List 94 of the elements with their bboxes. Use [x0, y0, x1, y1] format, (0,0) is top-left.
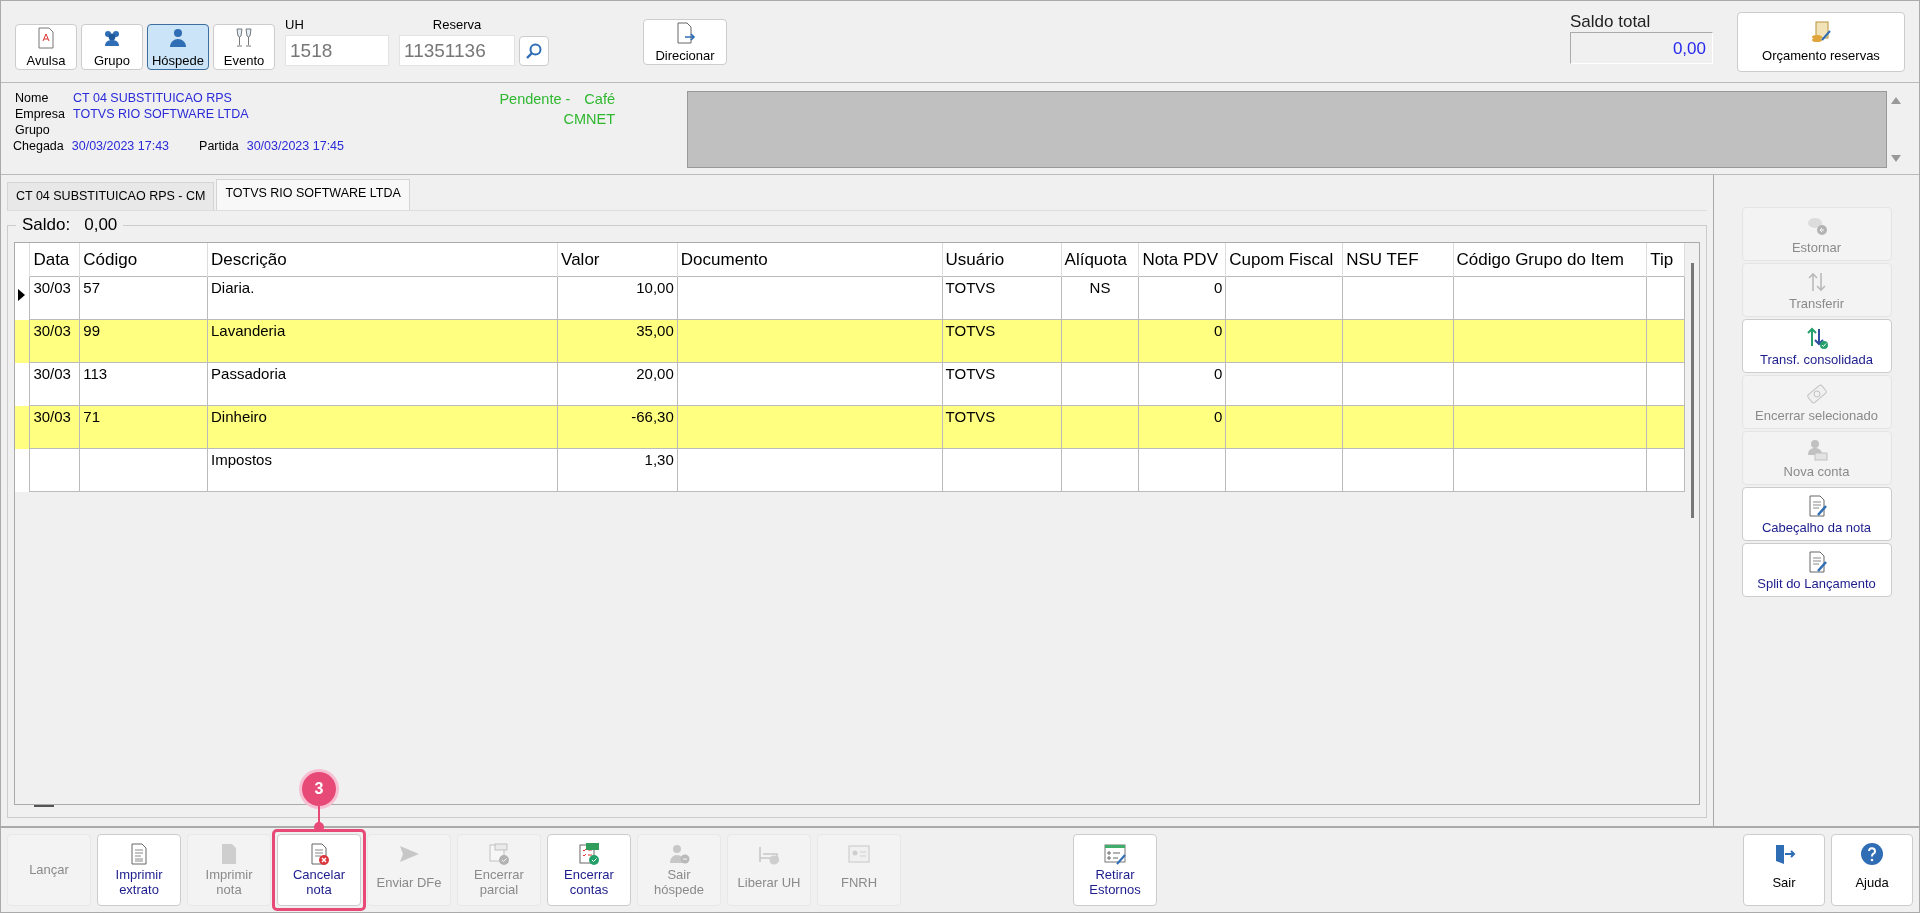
table-row[interactable]: Impostos 1,30 — [15, 448, 1685, 492]
table-cell: Diaria. — [211, 279, 255, 296]
mode-tab[interactable]: Evento — [213, 23, 275, 70]
table-cell: 0 — [1213, 279, 1223, 296]
table-cell: 0 — [1213, 322, 1223, 339]
total-balance-label: Saldo total — [1570, 11, 1652, 32]
account-tab[interactable]: CT 04 SUBSTITUICAO RPS - CM — [7, 182, 215, 210]
step-badge: 3 — [302, 772, 336, 806]
column-header[interactable]: Valor — [557, 243, 678, 277]
balance-value: 0,00 — [84, 215, 118, 235]
meal-plan-text: Café — [584, 91, 615, 107]
action-button[interactable]: Imprimir extrato — [97, 834, 181, 906]
company-name: TOTVS RIO SOFTWARE LTDA — [73, 107, 250, 121]
action-button[interactable]: Cancelar nota — [277, 834, 361, 906]
table-row[interactable]: 30/03 113 Passadoria 20,00 TOTVS 0 — [15, 362, 1685, 406]
action-button[interactable]: Split do Lançamento — [1741, 543, 1892, 597]
table-row[interactable]: 30/03 99 Lavanderia 35,00 TOTVS 0 — [15, 319, 1685, 363]
field-label: UH — [285, 17, 305, 34]
table-row[interactable]: 30/03 71 Dinheiro -66,30 TOTVS 0 — [15, 405, 1685, 449]
action-button[interactable]: Retirar Estornos — [1073, 834, 1157, 906]
column-header[interactable]: Documento — [677, 243, 943, 277]
source-code-text: CMNET — [563, 111, 615, 127]
balance-label: Saldo: — [22, 215, 71, 235]
table-cell: TOTVS — [945, 279, 996, 296]
table-cell: 71 — [83, 408, 100, 425]
uh-field[interactable]: 1518 — [285, 35, 389, 66]
field-label: Reserva — [432, 17, 482, 34]
column-header[interactable]: Tip — [1646, 243, 1685, 277]
mode-tab[interactable]: Grupo — [81, 23, 143, 70]
reservation-field[interactable]: 11351136 — [399, 35, 515, 66]
help-icon — [1860, 842, 1884, 866]
action-button[interactable]: Transf. consolidada — [1741, 319, 1892, 373]
exit-button[interactable]: Sair — [1743, 834, 1825, 906]
table-cell: 0 — [1213, 365, 1223, 382]
account-tab[interactable]: TOTVS RIO SOFTWARE LTDA — [216, 179, 410, 210]
column-header[interactable]: NSU TEF — [1342, 243, 1454, 277]
column-header[interactable]: Alíquota — [1061, 243, 1139, 277]
table-cell: TOTVS — [945, 365, 996, 382]
table-cell: TOTVS — [945, 408, 996, 425]
table-cell: Passadoria — [211, 365, 287, 382]
column-header[interactable]: Descrição — [207, 243, 558, 277]
search-button[interactable] — [519, 35, 549, 66]
action-button[interactable]: Encerrar contas — [547, 834, 631, 906]
field-label: Nome — [15, 91, 50, 105]
table-cell: TOTVS — [945, 322, 996, 339]
table-cell: Lavanderia — [211, 322, 286, 339]
scrollbar-thumb[interactable] — [1690, 263, 1694, 518]
table-cell: 30/03 — [33, 322, 71, 339]
person-minus-icon — [667, 842, 691, 866]
table-cell: 30/03 — [33, 408, 71, 425]
table-cell: 20,00 — [636, 365, 674, 382]
column-header[interactable]: Nota PDV — [1138, 243, 1226, 277]
scroll-down-icon[interactable] — [1891, 155, 1901, 162]
departure-date: 30/03/2023 17:45 — [246, 139, 344, 153]
table-cell: NS — [1089, 279, 1111, 296]
table-cell: 30/03 — [33, 279, 71, 296]
budget-icon — [1809, 20, 1833, 44]
id-card-icon — [847, 842, 871, 866]
field-label: Grupo — [15, 123, 51, 137]
column-header[interactable]: Código — [79, 243, 208, 277]
table-cell: 99 — [83, 322, 100, 339]
column-header[interactable]: Código Grupo do Item — [1453, 243, 1647, 277]
table-cell: 30/03 — [33, 365, 71, 382]
guest-name: CT 04 SUBSTITUICAO RPS — [73, 91, 233, 105]
table-cell: -66,30 — [631, 408, 674, 425]
table-cell: 113 — [83, 365, 108, 382]
status-text: Pendente - — [499, 91, 571, 107]
field-label: Partida — [199, 139, 239, 153]
bill-check-icon — [577, 842, 601, 866]
search-icon — [525, 41, 543, 60]
table-cell: Impostos — [211, 451, 272, 468]
help-button[interactable]: Ajuda — [1831, 834, 1913, 906]
table-cell: Dinheiro — [211, 408, 267, 425]
field-label: Empresa — [15, 107, 66, 121]
column-header[interactable]: Usuário — [942, 243, 1062, 277]
bill-check-icon — [487, 842, 511, 866]
action-button[interactable]: Cabeçalho da nota — [1741, 487, 1892, 541]
scroll-up-icon[interactable] — [1891, 97, 1901, 104]
direct-button[interactable]: Direcionar — [643, 18, 727, 65]
checklist-pen-icon — [1103, 842, 1127, 866]
field-label: Chegada — [13, 139, 64, 153]
table-cell: 35,00 — [636, 322, 674, 339]
table-cell: 1,30 — [644, 451, 674, 468]
table-cell: 0 — [1213, 408, 1223, 425]
table-cell: 10,00 — [636, 279, 674, 296]
column-header[interactable]: Cupom Fiscal — [1225, 243, 1343, 277]
column-header[interactable]: Data — [29, 243, 80, 277]
mode-tab[interactable]: Avulsa — [15, 23, 77, 70]
table-row[interactable]: 30/03 57 Diaria. 10,00 TOTVS NS 0 — [15, 276, 1685, 320]
mode-tab[interactable]: Hóspede — [147, 23, 209, 70]
total-balance-field: 0,00 — [1570, 31, 1713, 64]
table-cell: 57 — [83, 279, 100, 296]
budget-button[interactable]: Orçamento reservas — [1737, 11, 1905, 72]
arrival-date: 30/03/2023 17:43 — [71, 139, 170, 153]
